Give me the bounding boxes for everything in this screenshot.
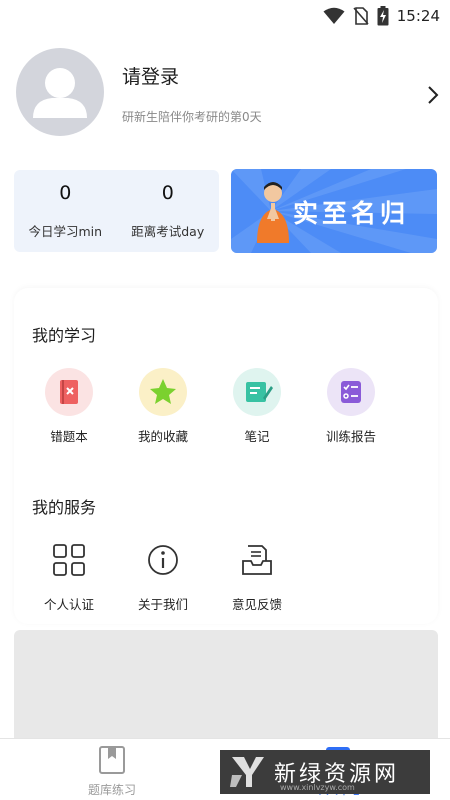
watermark-url: www.xinlvzyw.com bbox=[280, 783, 355, 792]
no-sim-icon bbox=[353, 7, 369, 25]
info-icon bbox=[139, 536, 187, 584]
star-icon bbox=[139, 368, 187, 416]
status-time: 15:24 bbox=[396, 7, 440, 25]
person-illustration bbox=[257, 182, 289, 243]
content-placeholder bbox=[14, 630, 438, 740]
menu-card: 我的学习 错题本 我的收藏 笔记 训练报告 我的服务 个人认证 关于我们 意见反… bbox=[14, 288, 438, 624]
item-label: 训练报告 bbox=[325, 429, 376, 444]
stat-study-minutes: 0 今日学习min bbox=[14, 170, 117, 252]
item-label: 笔记 bbox=[244, 429, 270, 444]
item-label: 意见反馈 bbox=[231, 597, 282, 612]
my-services-title: 我的服务 bbox=[32, 498, 97, 517]
wrong-questions-item[interactable]: 错题本 bbox=[21, 368, 117, 445]
banner-text: 实至名归 bbox=[293, 199, 410, 228]
personal-verification-item[interactable]: 个人认证 bbox=[21, 536, 117, 613]
feedback-tray-icon bbox=[233, 536, 281, 584]
chevron-right-icon[interactable] bbox=[426, 84, 440, 106]
study-stats: 0 今日学习min 0 距离考试day bbox=[14, 170, 219, 252]
grid-icon bbox=[45, 536, 93, 584]
default-user-icon bbox=[33, 68, 87, 118]
about-us-item[interactable]: 关于我们 bbox=[115, 536, 211, 613]
item-label: 个人认证 bbox=[43, 597, 94, 612]
red-notebook-icon bbox=[45, 368, 93, 416]
stat-label: 距离考试day bbox=[131, 224, 205, 239]
bookmark-book-icon bbox=[99, 746, 125, 774]
feedback-item[interactable]: 意见反馈 bbox=[209, 536, 305, 613]
note-pencil-icon bbox=[233, 368, 281, 416]
stat-value: 0 bbox=[59, 182, 72, 204]
battery-charging-icon bbox=[377, 6, 389, 26]
status-bar: 15:24 bbox=[0, 0, 450, 32]
bottom-tab-bar: 题库练习 个人中心 新绿资源网 www.xinlvzyw.com bbox=[0, 738, 450, 800]
item-label: 关于我们 bbox=[137, 597, 188, 612]
stat-days-to-exam: 0 距离考试day bbox=[117, 170, 220, 252]
tab-label: 题库练习 bbox=[87, 783, 136, 797]
companion-days-text: 研新生陪伴你考研的第0天 bbox=[122, 110, 262, 124]
stat-label: 今日学习min bbox=[28, 224, 103, 239]
wifi-icon bbox=[323, 7, 345, 24]
tab-question-bank[interactable]: 题库练习 bbox=[52, 745, 172, 798]
training-report-item[interactable]: 训练报告 bbox=[303, 368, 399, 445]
item-label: 错题本 bbox=[50, 429, 88, 444]
my-study-title: 我的学习 bbox=[32, 326, 97, 345]
avatar[interactable] bbox=[16, 48, 104, 136]
watermark-logo bbox=[230, 757, 264, 787]
favorites-item[interactable]: 我的收藏 bbox=[115, 368, 211, 445]
report-checklist-icon bbox=[327, 368, 375, 416]
login-prompt[interactable]: 请登录 bbox=[122, 62, 179, 89]
stat-value: 0 bbox=[161, 182, 174, 204]
watermark: 新绿资源网 www.xinlvzyw.com bbox=[220, 750, 430, 794]
profile-header[interactable]: 请登录 研新生陪伴你考研的第0天 bbox=[16, 48, 446, 148]
notes-item[interactable]: 笔记 bbox=[209, 368, 305, 445]
item-label: 我的收藏 bbox=[137, 429, 188, 444]
promo-banner[interactable]: 实至名归 bbox=[231, 169, 437, 253]
